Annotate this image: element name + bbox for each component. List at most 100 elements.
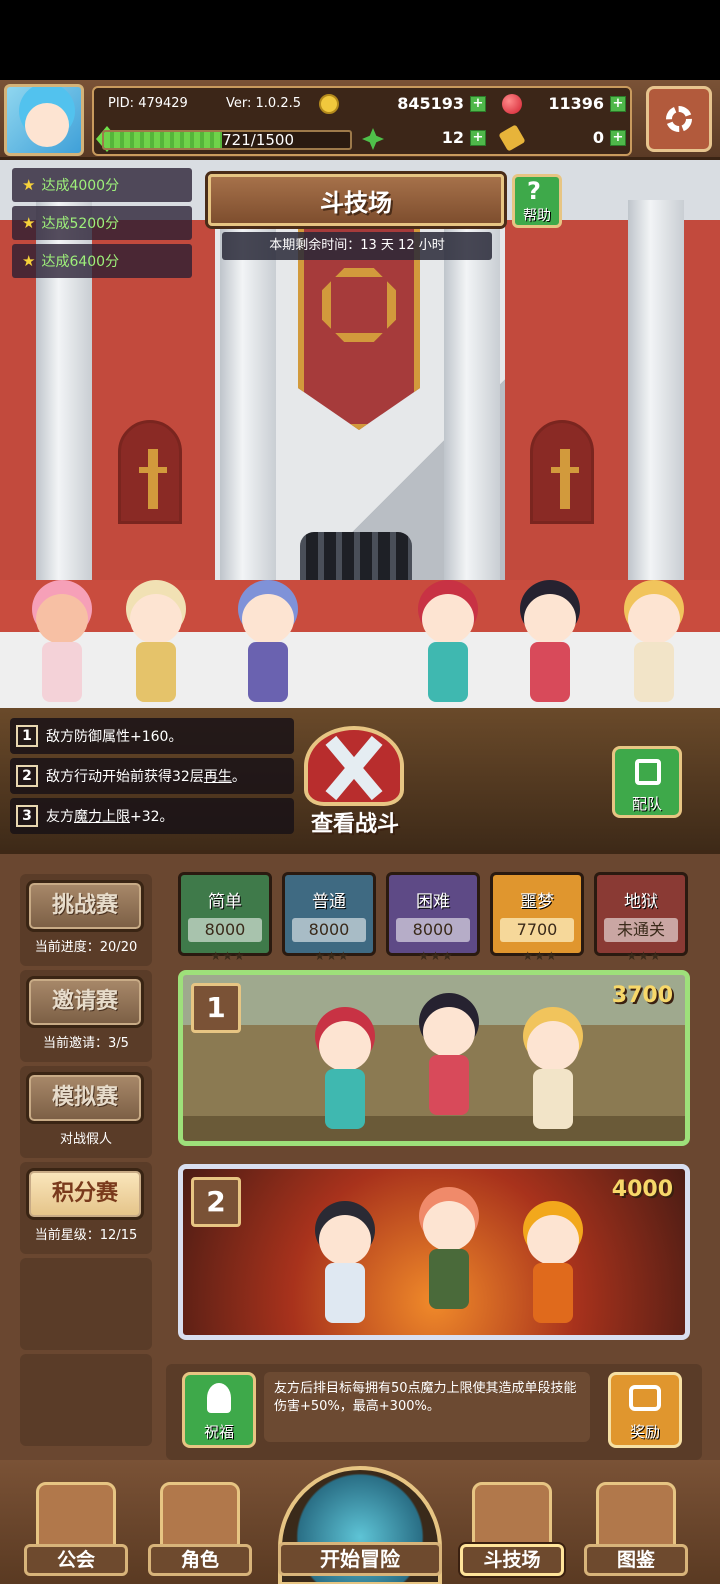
blessing-button[interactable]: 祝福 — [182, 1372, 256, 1448]
team-setup-button[interactable]: 配队 — [612, 746, 682, 818]
hero-body — [530, 642, 570, 702]
nav-label: 角色 — [148, 1544, 252, 1576]
nav-arena[interactable]: 斗技场 — [460, 1468, 564, 1576]
add-keys-button[interactable]: + — [610, 130, 626, 146]
match-panel: 挑战赛 当前进度：20/20 邀请赛 当前邀请：3/5 模拟赛 对战假人 积分赛… — [0, 850, 720, 1460]
difficulty-score: 8000 — [396, 918, 470, 942]
key-icon — [498, 124, 526, 152]
hero-body — [428, 642, 468, 702]
challenge-mode-button[interactable]: 挑战赛 — [26, 880, 144, 932]
hero-body — [136, 642, 176, 702]
resource-panel: PID: 479429 Ver: 1.0.2.5 845193 + 11396 … — [92, 86, 632, 156]
nav-label: 斗技场 — [460, 1544, 564, 1576]
hero-head — [628, 594, 680, 644]
book-icon — [596, 1482, 676, 1548]
hero-body — [248, 642, 288, 702]
guild-hall-icon — [36, 1482, 116, 1548]
hero-sprite — [24, 584, 100, 708]
opponent-sprite — [515, 1205, 591, 1323]
difficulty-nightmare[interactable]: 噩梦 7700 ★★★ — [490, 872, 584, 963]
mode-simulation: 模拟赛 对战假人 — [20, 1066, 152, 1158]
hero-head — [319, 1021, 371, 1071]
difficulty-score: 8000 — [292, 918, 366, 942]
nav-guild[interactable]: 公会 — [24, 1468, 128, 1576]
mode-challenge: 挑战赛 当前进度：20/20 — [20, 874, 152, 966]
difficulty-hard[interactable]: 困难 8000 ★★★ — [386, 872, 480, 963]
avatar-face — [25, 103, 69, 147]
difficulty-score: 未通关 — [604, 918, 678, 942]
invitational-mode-button[interactable]: 邀请赛 — [26, 976, 144, 1028]
goal-item[interactable]: ★ 达成5200分 — [12, 206, 192, 240]
difficulty-name: 困难 — [416, 892, 450, 912]
difficulty-score: 7700 — [500, 918, 574, 942]
opponent-sprite — [411, 1191, 487, 1309]
mode-progress: 对战假人 — [59, 1132, 112, 1147]
help-question-icon: ? — [527, 177, 541, 205]
difficulty-normal[interactable]: 普通 8000 ★★★ — [282, 872, 376, 963]
keyword-link[interactable]: 魔力上限 — [74, 806, 130, 826]
ruby-gem-icon — [502, 94, 522, 114]
help-label: 帮助 — [523, 208, 551, 224]
modifier-text-end: +32。 — [130, 809, 174, 825]
hero-body — [533, 1069, 573, 1129]
hero-sprite — [230, 584, 306, 708]
difficulty-name: 噩梦 — [520, 892, 554, 912]
nav-label: 公会 — [24, 1544, 128, 1576]
sword-icon — [139, 449, 167, 509]
simulation-mode-button[interactable]: 模拟赛 — [26, 1072, 144, 1124]
gold-amount: 845193 — [397, 94, 464, 113]
difficulty-score: 8000 — [188, 918, 262, 942]
goal-item[interactable]: ★ 达成4000分 — [12, 168, 192, 202]
clover-amount: 12 — [441, 128, 464, 147]
blessing-row: 祝福 友方后排目标每拥有50点魔力上限使其造成单段技能伤害+50%，最高+300… — [166, 1364, 702, 1460]
xp-text: 721/1500 — [222, 131, 294, 149]
add-gold-button[interactable]: + — [470, 96, 486, 112]
opponent-rank: 2 — [191, 1177, 241, 1227]
add-clover-button[interactable]: + — [470, 130, 486, 146]
modifier-item: 2 敌方行动开始前获得32层 再生。 — [10, 758, 294, 794]
opponent-rank: 1 — [191, 983, 241, 1033]
star-icon: ★ — [22, 176, 36, 194]
ranked-mode-button[interactable]: 积分赛 — [26, 1168, 144, 1220]
player-avatar[interactable] — [4, 84, 84, 156]
hero-sprite — [512, 584, 588, 708]
page-title: 斗技场 — [208, 174, 504, 226]
settings-button[interactable] — [646, 86, 712, 152]
hero-body — [533, 1263, 573, 1323]
reward-label: 奖励 — [629, 1423, 660, 1441]
difficulty-hell[interactable]: 地狱 未通关 ★★★ — [594, 872, 688, 963]
opponent-card[interactable]: 2 4000 — [178, 1164, 690, 1340]
team-setup-label: 配队 — [631, 795, 662, 813]
nav-characters[interactable]: 角色 — [148, 1468, 252, 1576]
watch-battle-button[interactable]: 查看战斗 — [290, 726, 420, 838]
hero-head — [319, 1215, 371, 1265]
keyword-link[interactable]: 再生 — [204, 766, 232, 786]
opponent-card[interactable]: 1 3700 — [178, 970, 690, 1146]
goal-label: 达成4000分 — [41, 178, 120, 194]
nav-codex[interactable]: 图鉴 — [584, 1468, 688, 1576]
mode-progress: 当前邀请：3/5 — [43, 1036, 129, 1051]
hero-head — [524, 594, 576, 644]
opponent-points: 3700 — [611, 983, 673, 1008]
player-id: PID: 479429 — [108, 96, 188, 111]
key-amount: 0 — [592, 128, 604, 147]
bottom-nav: 公会 角色 开始冒险 斗技场 图鉴 — [0, 1460, 720, 1584]
difficulty-easy[interactable]: 简单 8000 ★★★ — [178, 872, 272, 963]
banner-emblem — [322, 268, 396, 342]
help-button[interactable]: ? 帮助 — [512, 174, 562, 228]
mode-progress: 当前进度：20/20 — [34, 940, 138, 955]
nav-start-adventure[interactable]: 开始冒险 — [272, 1460, 448, 1584]
empty-slot — [20, 1354, 152, 1446]
hero-body — [325, 1263, 365, 1323]
team-icon — [635, 759, 661, 785]
clover-icon — [362, 128, 384, 150]
blessing-description: 友方后排目标每拥有50点魔力上限使其造成单段技能伤害+50%，最高+300%。 — [264, 1372, 590, 1442]
add-gems-button[interactable]: + — [610, 96, 626, 112]
battle-modifiers-panel: 1 敌方防御属性+160。 2 敌方行动开始前获得32层 再生。 3 友方 魔力上限… — [0, 708, 720, 850]
reward-button[interactable]: 奖励 — [608, 1372, 682, 1448]
difficulty-name: 地狱 — [624, 892, 658, 912]
hero-body — [429, 1055, 469, 1115]
hero-head — [423, 1201, 475, 1251]
goal-item[interactable]: ★ 达成6400分 — [12, 244, 192, 278]
nav-label: 开始冒险 — [278, 1542, 442, 1576]
